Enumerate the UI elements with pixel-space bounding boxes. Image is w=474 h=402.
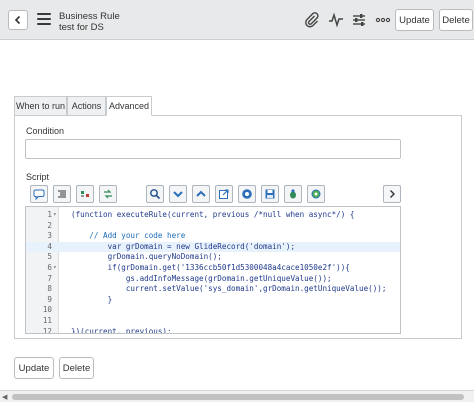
fold-toggle-icon[interactable]: ▾ <box>53 263 57 274</box>
replace-icon <box>104 189 112 199</box>
toolbar-more-button[interactable] <box>383 185 401 203</box>
line-number: 11 <box>42 316 52 325</box>
back-icon <box>14 15 21 25</box>
code-line[interactable]: 5 grDomain.queryNoDomain(); <box>26 252 400 263</box>
settings-sliders-icon <box>353 14 365 26</box>
code-text: // Add your code here <box>71 231 186 241</box>
paperclip-icon <box>305 12 319 28</box>
line-number: 1 <box>47 210 52 219</box>
comment-icon <box>33 189 45 200</box>
code-text: gs.addInfoMessage(grDomain.getUniqueValu… <box>71 273 332 283</box>
code-line[interactable]: 11 <box>26 316 400 327</box>
expand-all-button[interactable] <box>192 185 210 203</box>
header-update-button[interactable]: Update <box>395 9 434 31</box>
page-title: Business Rule <box>59 11 120 22</box>
script-label: Script <box>26 172 50 182</box>
code-text: } <box>71 294 113 304</box>
line-number: 6 <box>47 263 52 272</box>
scrollbar-thumb[interactable] <box>12 394 464 400</box>
search-icon <box>150 189 161 200</box>
line-number: 7 <box>47 273 52 283</box>
tab-advanced[interactable]: Advanced <box>106 96 152 116</box>
attachment-button[interactable] <box>302 10 322 30</box>
fold-toggle-icon[interactable]: ▾ <box>53 210 57 221</box>
line-number: 2 <box>47 220 52 230</box>
header-delete-button[interactable]: Delete <box>439 9 473 31</box>
update-button[interactable]: Update <box>14 357 54 379</box>
scroll-left-icon[interactable]: ◀ <box>2 393 7 401</box>
collapse-all-button[interactable] <box>169 185 187 203</box>
code-text: })(current, previous); <box>71 326 172 334</box>
tab-actions[interactable]: Actions <box>67 96 106 116</box>
condition-field[interactable] <box>25 139 401 159</box>
line-number: 4 <box>47 241 52 251</box>
horizontal-scrollbar[interactable]: ◀ <box>0 390 474 402</box>
script-debugger-button[interactable] <box>284 185 302 203</box>
condition-label: Condition <box>26 126 65 136</box>
tab-when-to-run[interactable]: When to run <box>14 96 67 116</box>
collapse-icon <box>173 191 183 198</box>
more-options-button[interactable] <box>373 10 393 30</box>
back-button[interactable] <box>8 10 28 30</box>
code-line[interactable]: 4 var grDomain = new GlideRecord('domain… <box>26 241 400 253</box>
replace-button[interactable] <box>99 185 117 203</box>
expand-icon <box>196 190 206 197</box>
more-icon <box>375 17 391 23</box>
delete-button[interactable]: Delete <box>59 357 94 379</box>
toggle-comment-button[interactable] <box>30 185 48 203</box>
code-line[interactable]: 1 ▾ (function executeRule(current, previou… <box>26 210 400 221</box>
help-button[interactable] <box>238 185 256 203</box>
code-line[interactable]: 9 } <box>26 295 400 306</box>
code-text: var grDomain = new GlideRecord('domain')… <box>71 241 296 251</box>
code-line[interactable]: 7 gs.addInfoMessage(grDomain.getUniqueVa… <box>26 274 400 285</box>
activity-button[interactable] <box>326 10 346 30</box>
line-number: 12 <box>42 326 52 334</box>
line-number: 3 <box>47 231 52 241</box>
format-code-button[interactable] <box>53 185 71 203</box>
format-code-icon <box>58 190 66 198</box>
search-button[interactable] <box>146 185 164 203</box>
script-editor[interactable]: 1 ▾ (function executeRule(current, previou… <box>25 206 401 334</box>
open-new-window-button[interactable] <box>215 185 233 203</box>
hamburger-menu-icon[interactable] <box>37 13 51 25</box>
code-text: grDomain.queryNoDomain(); <box>71 252 222 262</box>
code-text: (function executeRule(current, previous … <box>71 210 355 219</box>
code-line[interactable]: 2 <box>26 221 400 232</box>
line-number: 5 <box>47 252 52 262</box>
save-script-button[interactable] <box>261 185 279 203</box>
activity-icon <box>329 12 343 28</box>
help-icon <box>242 189 252 199</box>
line-number: 9 <box>47 294 52 304</box>
page-subtitle: test for DS <box>59 22 104 33</box>
code-line[interactable]: 12 })(current, previous); <box>26 326 400 334</box>
save-icon <box>265 189 275 199</box>
script-debugger-icon <box>290 189 296 199</box>
code-line[interactable]: 3 // Add your code here <box>26 231 400 242</box>
code-text: current.setValue('sys_domain',grDomain.g… <box>71 284 387 294</box>
form-header: Business Rule test for DS Update Delete <box>0 0 474 40</box>
script-tracer-icon <box>311 189 321 199</box>
toggle-syntax-icon <box>81 191 89 197</box>
code-line[interactable]: 8 current.setValue('sys_domain',grDomain… <box>26 284 400 295</box>
personalize-form-button[interactable] <box>349 10 369 30</box>
toggle-syntax-button[interactable] <box>76 185 94 203</box>
open-new-window-icon <box>219 189 229 199</box>
code-text: if(grDomain.get('1336ccb50f1d5300048a4ca… <box>71 263 350 272</box>
code-line[interactable]: 10 <box>26 305 400 316</box>
line-number: 8 <box>47 284 52 294</box>
chevron-right-icon <box>390 190 395 198</box>
script-tracer-button[interactable] <box>307 185 325 203</box>
script-editor-toolbar <box>25 185 401 204</box>
line-number: 10 <box>42 305 52 315</box>
code-line[interactable]: 6 ▾ if(grDomain.get('1336ccb50f1d5300048a… <box>26 263 400 274</box>
